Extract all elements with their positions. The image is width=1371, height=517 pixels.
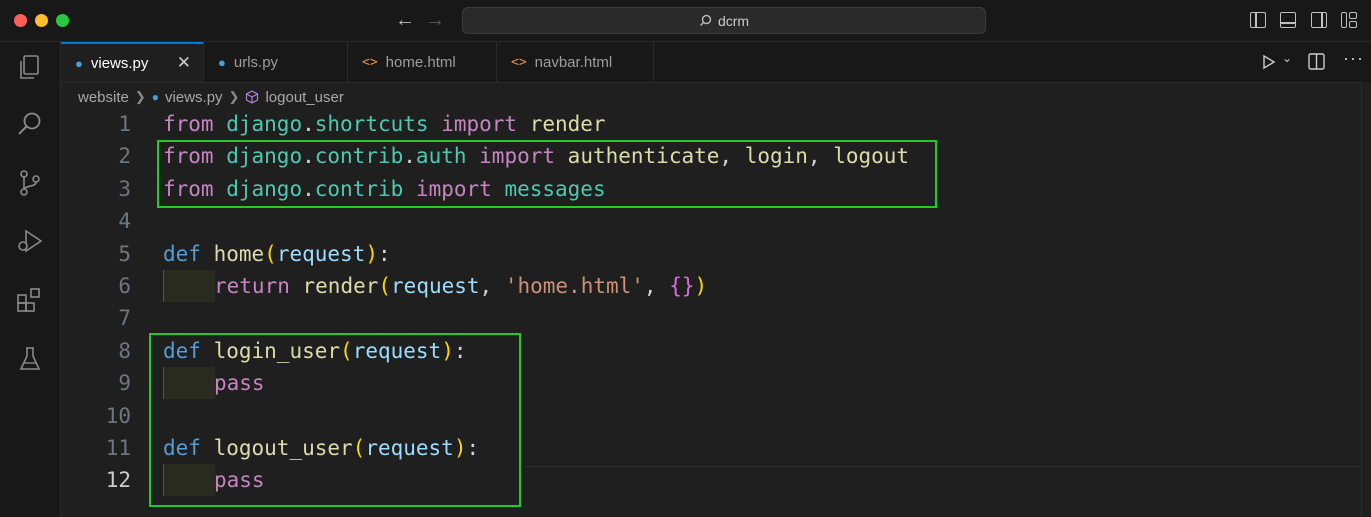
testing-flask-icon[interactable] [15,344,45,374]
minimize-window-button[interactable] [35,14,48,27]
explorer-icon[interactable] [15,52,45,82]
search-icon [699,14,712,26]
toggle-secondary-sidebar-icon[interactable] [1311,12,1327,28]
code-line[interactable]: 6 return render(request, 'home.html', {}) [61,270,1361,302]
breadcrumb: website ❯ ● views.py ❯ logout_user [78,86,344,108]
split-editor-icon[interactable] [1308,53,1325,70]
tab-label: views.py [90,54,149,72]
code-text: return render(request, 'home.html', {}) [214,270,707,302]
code-token: from [163,112,214,136]
highlight-box-imports [157,140,937,208]
code-line[interactable]: 4 [61,205,1361,237]
extensions-icon[interactable] [15,285,45,315]
html-file-icon: <> [511,54,527,70]
line-number: 5 [118,241,131,266]
activity-bar [0,42,61,517]
toggle-primary-sidebar-icon[interactable] [1250,12,1266,28]
html-file-icon: <> [362,54,378,70]
workspace-name: dcrm [717,12,750,29]
code-token: def [163,241,201,266]
line-number: 11 [105,436,131,460]
code-token: ( [378,274,392,298]
current-line-highlight [525,466,1360,467]
code-token: request [276,241,366,266]
code-token: request [391,274,480,298]
code-token: , [479,274,505,298]
chevron-right-icon: ❯ [134,89,146,104]
line-number: 6 [118,274,131,298]
code-token: ) [365,241,378,266]
code-token: {} [669,274,695,298]
go-forward-icon[interactable]: → [425,9,445,31]
run-python-file-icon[interactable] [1261,54,1277,70]
breadcrumb-folder[interactable]: website [78,89,129,106]
code-token: , [643,274,670,298]
code-token: ( [264,241,277,266]
code-text: def home(request): [163,238,391,270]
editor-scrollbar[interactable] [1361,82,1371,517]
line-number: 12 [105,468,131,493]
line-number: 3 [118,176,131,201]
tab-urls-py[interactable]: ● urls.py [204,42,348,82]
code-line[interactable]: 5 def home(request): [61,238,1361,270]
code-token: shortcuts [314,112,429,136]
toggle-panel-icon[interactable] [1280,12,1296,28]
line-number: 9 [118,371,131,396]
code-line[interactable]: 7 [61,302,1361,334]
indent-guide [163,270,215,302]
tab-label: home.html [385,53,456,71]
breadcrumb-symbol[interactable]: logout_user [265,89,343,106]
line-number: 4 [118,209,131,234]
line-number: 10 [105,403,131,428]
code-token: 'home.html' [504,274,644,298]
command-center-search[interactable]: dcrm [462,7,986,34]
title-bar: ← → dcrm [0,0,1371,42]
run-and-debug-icon[interactable] [15,226,45,256]
python-file-icon: ● [75,55,83,71]
run-options-chevron-down-icon[interactable]: ⌄ [1282,51,1292,65]
tab-home-html[interactable]: <> home.html [348,42,497,82]
code-token: ) [694,274,708,298]
code-token: home [213,241,265,266]
go-back-icon[interactable]: ← [395,9,415,31]
line-number: 1 [118,112,131,136]
code-token: render [302,274,379,298]
python-file-icon: ● [218,54,226,70]
chevron-right-icon: ❯ [228,89,240,104]
customize-layout-icon[interactable] [1341,12,1357,28]
method-symbol-icon [246,90,259,104]
code-token: import [441,112,518,136]
python-file-icon: ● [151,90,160,104]
tab-label: urls.py [233,53,279,71]
code-token: return [214,274,290,298]
code-line[interactable]: 1 from django.shortcuts import render [61,108,1361,140]
editor-tab-bar: ● views.py ✕ ● urls.py <> home.html <> n… [61,42,1371,83]
code-token: render [529,112,606,136]
close-window-button[interactable] [14,14,27,27]
search-icon[interactable] [15,109,45,139]
line-number: 8 [118,338,131,363]
maximize-window-button[interactable] [56,14,69,27]
code-text: from django.shortcuts import render [163,108,606,140]
tab-navbar-html[interactable]: <> navbar.html [497,42,654,82]
breadcrumb-file[interactable]: views.py [165,89,223,106]
source-control-icon[interactable] [15,168,45,198]
close-icon[interactable]: ✕ [177,53,191,73]
code-token: django [226,112,303,136]
line-number: 7 [118,306,131,331]
code-token: : [378,241,391,266]
line-number: 2 [118,144,131,169]
code-token: . [302,112,315,136]
more-actions-icon[interactable]: ··· [1343,48,1364,69]
tab-views-py[interactable]: ● views.py ✕ [61,42,204,82]
tab-label: navbar.html [534,53,613,71]
highlight-box-auth-views [149,333,521,507]
